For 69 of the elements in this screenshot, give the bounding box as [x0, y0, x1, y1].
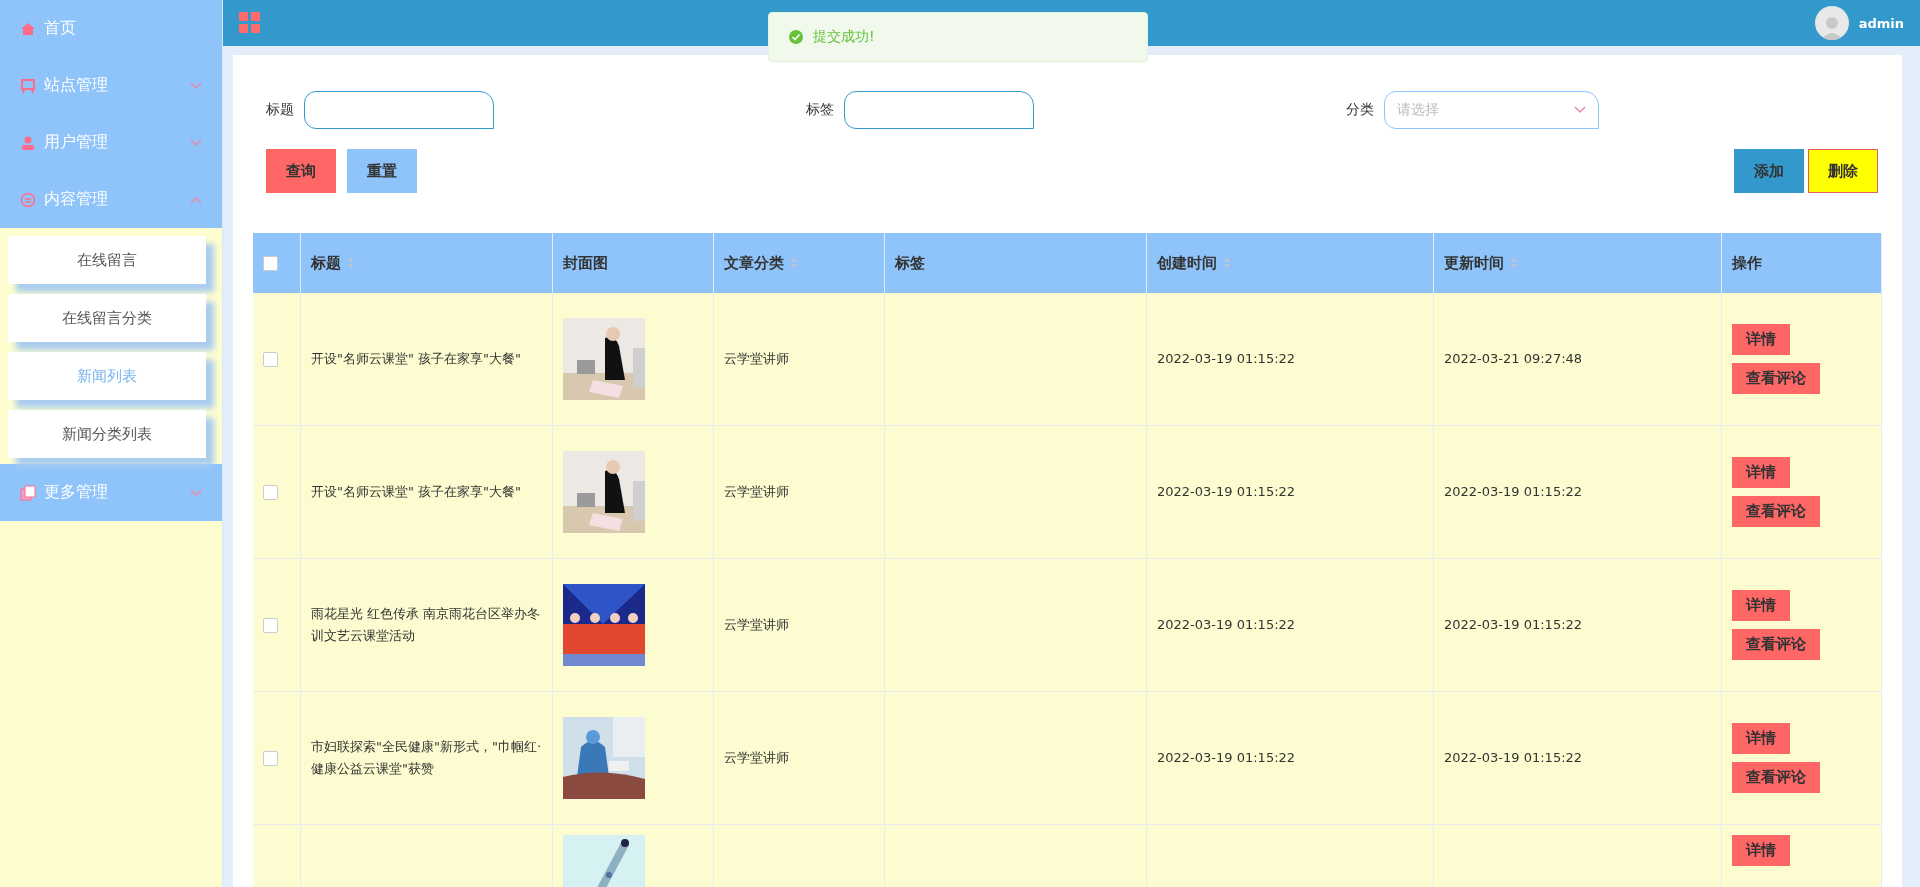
- search-button[interactable]: 查询: [266, 149, 336, 193]
- comments-button[interactable]: 查看评论: [1732, 496, 1820, 527]
- submenu-item[interactable]: 在线留言: [8, 236, 206, 284]
- toast-message: 提交成功!: [813, 28, 875, 46]
- details-button[interactable]: 详情: [1732, 835, 1790, 866]
- chevron-down-icon: [190, 81, 202, 90]
- table-cell: 云学堂讲师: [714, 559, 885, 692]
- comments-button[interactable]: 查看评论: [1732, 762, 1820, 793]
- details-button[interactable]: 详情: [1732, 324, 1790, 355]
- chevron-up-icon: [190, 195, 202, 204]
- column-header: 标签: [895, 253, 925, 273]
- checkbox[interactable]: [263, 617, 278, 633]
- sort-icon[interactable]: [790, 257, 798, 269]
- input-field[interactable]: [304, 91, 494, 129]
- field-label: 分类: [1346, 101, 1374, 119]
- field-label: 标题: [266, 101, 294, 119]
- add-button[interactable]: 添加: [1734, 149, 1804, 193]
- table-cell: 2022-03-19 01:15:22: [1434, 426, 1722, 559]
- user-name: admin: [1858, 15, 1904, 31]
- submenu-item[interactable]: 新闻列表: [8, 352, 206, 400]
- table-cell: 2022-03-19 01:15:22: [1147, 559, 1434, 692]
- table-cell: 开设"名师云课堂" 孩子在家享"大餐": [301, 293, 553, 426]
- table-cell: 2022-03-19 01:15:22: [1147, 293, 1434, 426]
- grid-menu-icon[interactable]: [239, 12, 261, 34]
- submenu-item[interactable]: 在线留言分类: [8, 294, 206, 342]
- comments-button[interactable]: 查看评论: [1732, 363, 1820, 394]
- column-header: 创建时间: [1157, 253, 1217, 273]
- field-label: 标签: [806, 101, 834, 119]
- comments-button[interactable]: 查看评论: [1732, 629, 1820, 660]
- checkbox[interactable]: [263, 750, 278, 766]
- table-cell: 云学堂讲师: [714, 426, 885, 559]
- input-field[interactable]: [844, 91, 1034, 129]
- sort-icon[interactable]: [1223, 257, 1231, 269]
- details-button[interactable]: 详情: [1732, 723, 1790, 754]
- chevron-down-icon: [190, 488, 202, 497]
- table-cell: 2022-03-19 01:15:22: [1434, 559, 1722, 692]
- column-header: 标题: [311, 253, 341, 273]
- table-cell: 市妇联探索"全民健康"新形式，"巾帼红·健康公益云课堂"获赞: [301, 692, 553, 825]
- checkbox[interactable]: [263, 484, 278, 500]
- table-cell: 雨花星光 红色传承 南京雨花台区举办冬训文艺云课堂活动: [301, 559, 553, 692]
- checkbox[interactable]: [263, 255, 278, 271]
- column-header: 操作: [1732, 253, 1762, 273]
- table-cell: 云学堂讲师: [714, 692, 885, 825]
- sort-icon[interactable]: [347, 257, 355, 269]
- home-icon: [20, 20, 36, 37]
- submenu-item[interactable]: 新闻分类列表: [8, 410, 206, 458]
- details-button[interactable]: 详情: [1732, 457, 1790, 488]
- checkbox[interactable]: [263, 351, 278, 367]
- table-cell: 2022-03-19 01:15:22: [1434, 692, 1722, 825]
- column-header: 更新时间: [1444, 253, 1504, 273]
- user-icon: [20, 134, 36, 151]
- details-button[interactable]: 详情: [1732, 590, 1790, 621]
- reset-button[interactable]: 重置: [347, 149, 417, 193]
- message-icon: [20, 191, 36, 208]
- table-cell: 2022-03-19 01:15:22: [1147, 692, 1434, 825]
- chevron-down-icon: [1574, 106, 1586, 114]
- copy-icon: [20, 484, 36, 501]
- monitor-icon: [20, 77, 36, 94]
- check-circle-icon: [789, 30, 803, 44]
- table-cell: 2022-03-21 09:27:48: [1434, 293, 1722, 426]
- chevron-down-icon: [190, 138, 202, 147]
- avatar: [1814, 6, 1849, 40]
- sort-icon[interactable]: [1510, 257, 1518, 269]
- column-header: 文章分类: [724, 253, 784, 273]
- delete-button[interactable]: 删除: [1808, 149, 1878, 193]
- table-cell: 云学堂讲师: [714, 293, 885, 426]
- table-cell: 2022-03-19 01:15:22: [1147, 426, 1434, 559]
- column-header: 封面图: [563, 253, 608, 273]
- table-cell: 开设"名师云课堂" 孩子在家享"大餐": [301, 426, 553, 559]
